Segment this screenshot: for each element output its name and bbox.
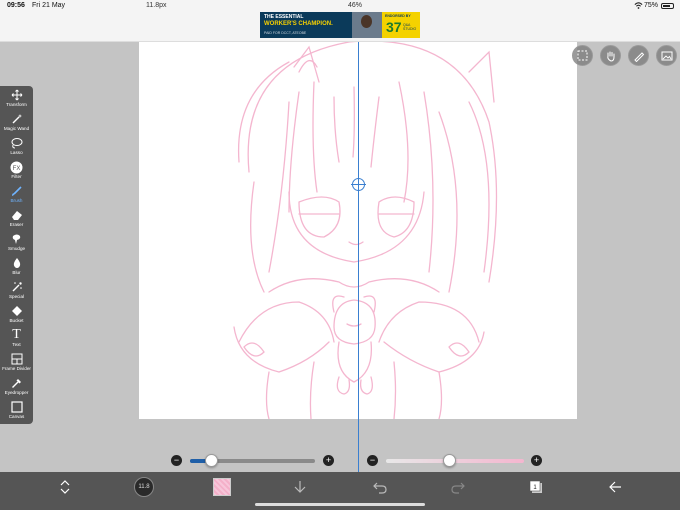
brush-icon: [9, 184, 24, 198]
layers-icon: 1: [529, 480, 542, 493]
hand-icon: [606, 51, 614, 62]
redo-icon: [451, 482, 465, 494]
redo-button[interactable]: [448, 477, 468, 497]
magic-wand-icon: [9, 112, 24, 126]
tool-label: Magic Wand: [3, 126, 30, 131]
opacity-decrease-button[interactable]: −: [367, 455, 378, 466]
brush-size-decrease-button[interactable]: −: [171, 455, 182, 466]
smudge-icon: [9, 232, 24, 246]
tool-transform[interactable]: Transform: [0, 88, 33, 111]
tool-label: Text: [12, 342, 21, 347]
wifi-icon: [634, 2, 643, 9]
eraser-icon: [9, 208, 24, 222]
tool-label: Eyedropper: [4, 390, 29, 395]
tool-label: Bucket: [9, 318, 24, 323]
clock: 09:56: [7, 2, 25, 9]
tool-blur[interactable]: Blur: [0, 256, 33, 279]
blur-drop-icon: [9, 256, 24, 270]
tool-canvas[interactable]: Canvas: [0, 400, 33, 423]
canvas-icon: [9, 400, 24, 414]
rotate-arrows-icon: [60, 480, 70, 494]
opacity-slider-knob[interactable]: [443, 454, 457, 467]
tool-label: Canvas: [8, 414, 25, 419]
ad-banner[interactable]: THE ESSENTIAL WORKER'S CHAMPION. PAID FO…: [260, 12, 420, 38]
tool-filter[interactable]: FX Filter: [0, 160, 33, 183]
quick-menu-button[interactable]: [55, 477, 75, 497]
color-swatch-button[interactable]: [213, 478, 231, 496]
image-icon: [661, 51, 672, 60]
ad-person-photo: [352, 12, 382, 38]
tool-label: Transform: [6, 102, 27, 107]
tool-lasso[interactable]: Lasso: [0, 136, 33, 159]
tool-label: Brush: [10, 198, 23, 203]
image-button[interactable]: [656, 45, 677, 66]
ruler-pencil-icon: [633, 51, 644, 62]
tool-frame-divider[interactable]: Frame Divider: [0, 352, 33, 375]
selection-button[interactable]: [572, 45, 593, 66]
ruler-button[interactable]: [628, 45, 649, 66]
battery-icon: [661, 3, 674, 9]
arrow-left-icon: [609, 481, 621, 493]
tool-label: Frame Divider: [2, 366, 31, 371]
tool-special[interactable]: Special: [0, 280, 33, 303]
selection-icon: [577, 50, 588, 61]
text-icon: T: [12, 327, 21, 342]
frame-divider-icon: [9, 352, 24, 366]
ad-line-1: THE ESSENTIAL: [264, 14, 304, 20]
tool-smudge[interactable]: Smudge: [0, 232, 33, 255]
filter-fx-icon: FX: [9, 160, 24, 174]
download-button[interactable]: [290, 477, 310, 497]
tool-label: Filter: [11, 174, 22, 179]
tool-bucket[interactable]: Bucket: [0, 304, 33, 327]
symmetry-guide-line[interactable]: [358, 42, 359, 510]
ad-badge-number: 37: [386, 19, 402, 35]
home-indicator[interactable]: [255, 503, 425, 506]
tool-palette: Transform Magic Wand Lasso FX Filter Bru…: [0, 86, 33, 424]
ad-badge-sub: Q&A STUDIO: [403, 23, 417, 31]
ad-badge-header: ENDORSED BY: [385, 14, 411, 18]
brush-size-value: 11.8px: [146, 2, 167, 9]
tool-label: Special: [8, 294, 25, 299]
tool-eyedropper[interactable]: Eyedropper: [0, 376, 33, 399]
symmetry-guide-handle[interactable]: [351, 177, 366, 192]
tool-text[interactable]: T Text: [0, 327, 33, 351]
tool-eraser[interactable]: Eraser: [0, 208, 33, 231]
tool-label: Eraser: [9, 222, 24, 227]
layers-button[interactable]: 1: [526, 477, 546, 497]
tool-label: Smudge: [7, 246, 26, 251]
tool-label: Lasso: [10, 150, 23, 155]
hand-tool-button[interactable]: [600, 45, 621, 66]
tool-label: Blur: [12, 270, 21, 275]
tool-magic-wand[interactable]: Magic Wand: [0, 112, 33, 135]
ad-strip: THE ESSENTIAL WORKER'S CHAMPION. PAID FO…: [0, 12, 680, 42]
special-wand-icon: [9, 280, 24, 294]
date: Fri 21 May: [32, 2, 66, 9]
ad-line-2: WORKER'S CHAMPION.: [264, 21, 333, 27]
brush-preview-label: 11.8: [138, 484, 150, 490]
opacity-increase-button[interactable]: +: [531, 455, 542, 466]
status-bar: 09:56 Fri 21 May 75%: [0, 0, 680, 12]
brush-size-preview-button[interactable]: 11.8: [134, 477, 154, 497]
brush-size-increase-button[interactable]: +: [323, 455, 334, 466]
bucket-icon: [9, 304, 24, 318]
arrow-down-icon: [294, 481, 306, 493]
ad-line-3: PAID FOR DCCT, ATEOBE: [264, 31, 307, 35]
brush-size-slider-knob[interactable]: [205, 454, 219, 467]
back-button[interactable]: [605, 477, 625, 497]
eyedropper-icon: [9, 376, 24, 390]
lasso-icon: [9, 136, 24, 150]
undo-icon: [373, 482, 387, 494]
tool-brush[interactable]: Brush: [0, 184, 33, 207]
undo-button[interactable]: [370, 477, 390, 497]
svg-text:FX: FX: [13, 165, 21, 171]
opacity-value: 46%: [348, 2, 363, 9]
transform-icon: [9, 88, 24, 102]
battery-percentage: 75%: [643, 2, 658, 9]
